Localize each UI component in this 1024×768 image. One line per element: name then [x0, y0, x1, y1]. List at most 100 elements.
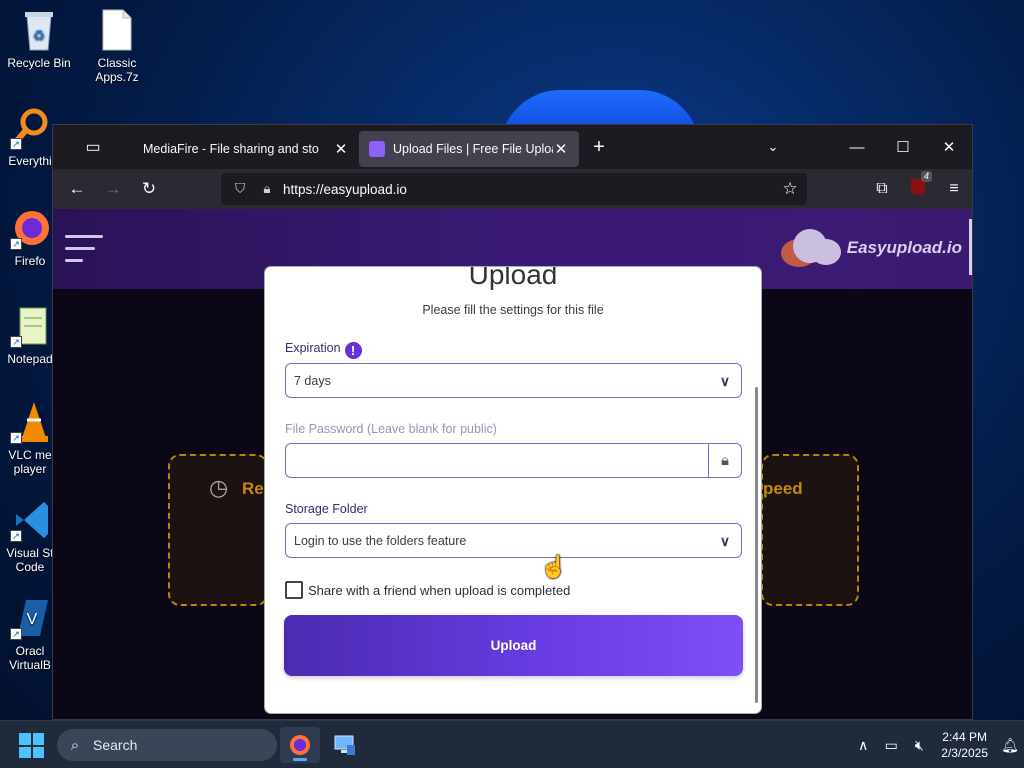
extensions-button[interactable]: ⧉: [864, 180, 900, 198]
password-label: File Password (Leave blank for public): [285, 422, 497, 436]
storage-folder-select[interactable]: Login to use the folders feature ∨: [285, 523, 742, 558]
share-label: Share with a friend when upload is compl…: [308, 582, 571, 598]
app-menu-button[interactable]: ≡: [936, 180, 972, 198]
reload-button[interactable]: ↻: [131, 169, 167, 209]
active-indicator: [293, 758, 307, 761]
new-tab-button[interactable]: +: [579, 136, 619, 159]
cloud-logo-icon: [780, 225, 843, 271]
recycle-bin-icon: ♻: [19, 8, 59, 52]
shortcut-arrow-icon: ↗: [10, 530, 22, 542]
search-label: Search: [93, 737, 138, 753]
close-tab-icon[interactable]: ✕: [553, 140, 569, 158]
clock[interactable]: 2:44 PM 2/3/2025: [941, 729, 988, 761]
storage-folder-value: Login to use the folders feature: [294, 533, 467, 548]
desktop-icon-vlc[interactable]: ↗ VLC me player: [0, 400, 60, 476]
start-button[interactable]: [19, 733, 44, 758]
site-menu-button[interactable]: [65, 235, 103, 271]
desktop-icon-classic-apps[interactable]: Classic Apps.7z: [78, 8, 156, 84]
menu-bar: [65, 235, 103, 238]
site-logo[interactable]: Easyupload.io: [780, 225, 962, 271]
upload-settings-modal: Upload Please fill the settings for this…: [264, 266, 762, 714]
computer-icon: [334, 735, 355, 755]
chevron-down-icon: ⌄: [767, 139, 779, 154]
clock-date: 2/3/2025: [941, 746, 988, 760]
tracking-shield-icon[interactable]: ⛉: [225, 181, 255, 197]
desktop-icon-everything[interactable]: ↗ Everythi: [0, 106, 60, 168]
close-tab-icon[interactable]: ✕: [333, 140, 349, 158]
windows-logo-pane: [19, 733, 31, 745]
chevron-up-icon[interactable]: ∧: [849, 737, 877, 754]
firefox-view-icon: ▭: [85, 139, 101, 156]
everything-search-icon: ↗: [10, 106, 50, 150]
back-button[interactable]: ←: [59, 169, 95, 209]
password-field: 🔒︎: [285, 443, 742, 478]
taskbar-firefox[interactable]: [280, 727, 320, 763]
archive-file-icon: [97, 8, 137, 52]
notepad-icon: ↗: [10, 304, 50, 348]
easyupload-favicon-icon: [369, 141, 385, 157]
feature-card-right-text: peed: [763, 479, 803, 498]
system-tray: ∧ ▭ 🔇︎ 2:44 PM 2/3/2025 🔔︎: [849, 721, 1024, 768]
desktop-icon-notepad[interactable]: ↗ Notepad: [0, 304, 60, 366]
toolbar-right: ⧉ 4 ≡: [864, 169, 972, 209]
modal-scrollbar[interactable]: [755, 387, 758, 703]
feature-card-left-text: Re: [242, 479, 264, 498]
url-bar[interactable]: ⛉ 🔒︎ https://easyupload.io ☆: [221, 173, 807, 205]
share-checkbox[interactable]: [285, 581, 303, 599]
taskbar: ⌕ Search ∧ ▭ 🔇︎ 2:44 PM 2/3/2025 🔔︎: [0, 720, 1024, 768]
bookmark-star-icon[interactable]: ☆: [773, 179, 807, 199]
volume-muted-icon[interactable]: 🔇︎: [905, 737, 933, 754]
info-icon[interactable]: !: [344, 342, 362, 359]
url-text[interactable]: https://easyupload.io: [279, 182, 773, 197]
shortcut-arrow-icon: ↗: [10, 238, 22, 250]
hand-cursor-icon: ☝: [540, 554, 568, 579]
upload-button[interactable]: Upload: [284, 615, 743, 676]
hamburger-menu-icon: ≡: [949, 180, 959, 197]
desktop-icon-label: Recycle Bin: [7, 56, 71, 70]
svg-text:V: V: [27, 611, 38, 628]
ublock-origin-button[interactable]: 4: [900, 170, 936, 200]
password-input[interactable]: [286, 444, 708, 477]
windows-logo-pane: [19, 746, 31, 758]
taskbar-search[interactable]: ⌕ Search: [57, 729, 277, 761]
tab-title: Upload Files | Free File Upload a: [393, 142, 553, 156]
forward-button[interactable]: →: [95, 169, 131, 209]
tab-bar: ▭ MediaFire - File sharing and sto ✕ Upl…: [53, 125, 972, 169]
chevron-down-icon: ∨: [719, 532, 731, 549]
navigation-toolbar: ← → ↻ ⛉ 🔒︎ https://easyupload.io ☆ ⧉ 4 ≡: [53, 169, 972, 209]
tab-title: MediaFire - File sharing and sto: [143, 142, 319, 156]
desktop-icon-label: Everythi: [8, 154, 52, 168]
extension-badge: 4: [920, 170, 932, 182]
lock-icon[interactable]: 🔒︎: [255, 181, 279, 197]
network-icon[interactable]: ▭: [877, 737, 905, 754]
shortcut-arrow-icon: ↗: [10, 432, 22, 444]
notification-bell-icon[interactable]: 🔔︎: [996, 737, 1024, 754]
desktop-icon-recycle-bin[interactable]: ♻ Recycle Bin: [0, 8, 78, 70]
tab-mediafire[interactable]: MediaFire - File sharing and sto ✕: [133, 131, 359, 167]
shortcut-arrow-icon: ↗: [10, 336, 22, 348]
expiration-select[interactable]: 7 days ∨: [285, 363, 742, 398]
expiration-value: 7 days: [294, 373, 331, 388]
minimize-button[interactable]: —: [834, 125, 880, 169]
expiration-label: Expiration!: [285, 341, 362, 359]
desktop-icon-vscode[interactable]: ↗ Visual St Code: [0, 498, 60, 574]
windows-logo-pane: [32, 746, 44, 758]
taskbar-remote-desktop[interactable]: [325, 727, 365, 763]
shortcut-arrow-icon: ↗: [10, 628, 22, 640]
list-all-tabs-button[interactable]: ⌄: [758, 125, 788, 169]
desktop-icon-label: Oracl VirtualB: [9, 644, 51, 672]
close-window-button[interactable]: ✕: [926, 125, 972, 169]
desktop-icon-firefox[interactable]: ↗ Firefo: [0, 206, 60, 268]
share-option[interactable]: Share with a friend when upload is compl…: [285, 581, 570, 599]
desktop-icon-label: Visual St Code: [6, 546, 54, 574]
menu-bar: [65, 247, 95, 250]
clock-icon: ◷: [209, 475, 229, 500]
tab-easyupload[interactable]: Upload Files | Free File Upload a ✕: [359, 131, 579, 167]
firefox-icon: ↗: [10, 206, 50, 250]
padlock-icon[interactable]: 🔒︎: [708, 444, 741, 477]
firefox-view-button[interactable]: ▭: [53, 125, 133, 169]
desktop-icon-virtualbox[interactable]: V ↗ Oracl VirtualB: [0, 596, 60, 672]
storage-folder-label: Storage Folder: [285, 502, 368, 516]
maximize-button[interactable]: ☐: [880, 125, 926, 169]
desktop-icon-label: VLC me player: [8, 448, 52, 476]
